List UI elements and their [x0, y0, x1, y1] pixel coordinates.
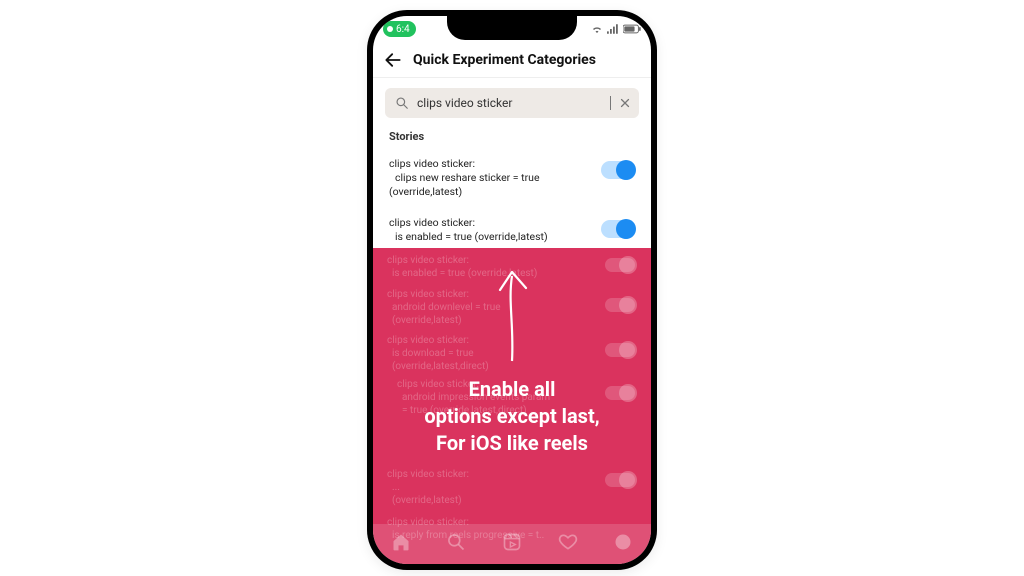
bottom-tab-bar [373, 524, 651, 564]
screen: 6:4 Quick Experiment Categories [373, 16, 651, 564]
mic-icon [387, 26, 393, 32]
search-icon [446, 532, 466, 552]
reels-icon [502, 532, 522, 552]
bg-row: clips video sticker: is enabled = true (… [387, 254, 637, 280]
notch [447, 16, 577, 40]
setting-label: clips video sticker: is enabled = true (… [389, 216, 593, 244]
bg-row: clips video sticker: android downlevel =… [387, 288, 637, 327]
close-icon [619, 97, 631, 109]
page-title: Quick Experiment Categories [413, 52, 596, 68]
wifi-icon [591, 24, 603, 34]
setting-row: clips video sticker: is enabled = true (… [381, 208, 643, 252]
page-header: Quick Experiment Categories [373, 42, 651, 78]
bg-toggle [605, 473, 635, 487]
search-value: clips video sticker [417, 96, 611, 110]
profile-icon [613, 532, 633, 552]
back-button[interactable] [383, 50, 403, 70]
bg-row: clips video sticker: ... (override,lates… [387, 468, 637, 507]
clear-search-button[interactable] [619, 94, 631, 113]
activity-tab[interactable] [558, 532, 578, 556]
status-time: 6:4 [396, 24, 410, 35]
annotation-overlay: clips video sticker: is enabled = true (… [373, 248, 651, 564]
bg-toggle [605, 343, 635, 357]
recording-pill: 6:4 [383, 21, 416, 37]
battery-icon [623, 24, 641, 34]
reels-tab[interactable] [502, 532, 522, 556]
bg-toggle [605, 298, 635, 312]
search-tab[interactable] [446, 532, 466, 556]
settings-list: clips video sticker: clips new reshare s… [373, 149, 651, 252]
search-input[interactable]: clips video sticker [385, 88, 639, 118]
toggle-switch[interactable] [601, 220, 635, 238]
bg-toggle [605, 258, 635, 272]
signal-icon [607, 24, 619, 34]
bg-row: clips video sticker: android impression … [397, 378, 637, 417]
setting-label: clips video sticker: clips new reshare s… [389, 157, 593, 200]
bg-row: clips video sticker: is download = true … [387, 334, 637, 373]
setting-row: clips video sticker: clips new reshare s… [381, 149, 643, 208]
home-tab[interactable] [391, 532, 411, 556]
heart-icon [558, 532, 578, 552]
phone-frame: 6:4 Quick Experiment Categories [367, 10, 657, 570]
search-icon [395, 96, 409, 110]
toggle-switch[interactable] [601, 161, 635, 179]
profile-tab[interactable] [613, 532, 633, 556]
home-icon [391, 532, 411, 552]
section-header: Stories [373, 126, 651, 149]
bg-toggle [605, 386, 635, 400]
arrow-left-icon [383, 50, 403, 70]
